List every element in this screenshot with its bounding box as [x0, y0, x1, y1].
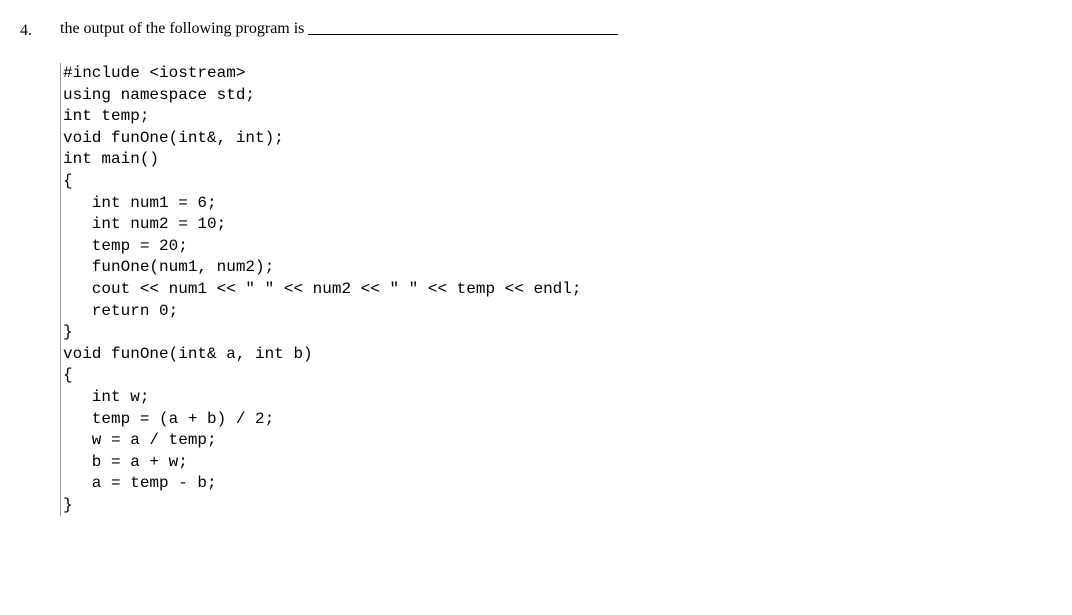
answer-blank[interactable]: [308, 34, 618, 35]
question-content: the output of the following program is #…: [60, 20, 1052, 516]
question-container: 4. the output of the following program i…: [0, 20, 1052, 516]
code-block: #include <iostream> using namespace std;…: [60, 63, 1052, 516]
question-number: 4.: [0, 20, 60, 40]
question-prompt-line: the output of the following program is: [60, 20, 1052, 38]
question-prompt: the output of the following program is: [60, 20, 308, 37]
